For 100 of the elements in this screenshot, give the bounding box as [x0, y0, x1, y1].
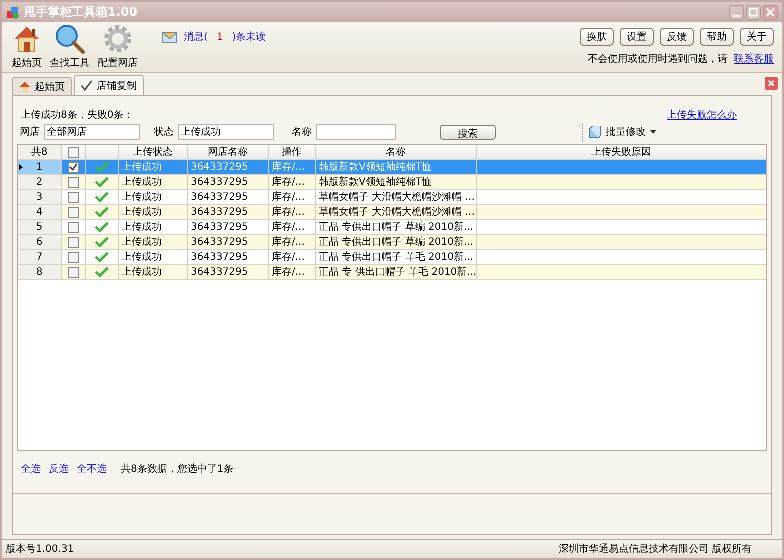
toolbar-button[interactable]: 关于	[740, 28, 774, 46]
table-cell: 草帽女帽子 大沿帽大檐帽沙滩帽 ...	[316, 205, 477, 219]
unread-message-link[interactable]: 消息( 1 )条未读	[184, 30, 266, 44]
checkmark-icon	[95, 252, 109, 262]
table-cell: 正品 专供出口帽子 羊毛 2010新...	[316, 250, 477, 264]
table-cell: 库存/...	[269, 220, 316, 234]
maximize-icon[interactable]	[746, 4, 761, 20]
selection-link[interactable]: 全不选	[77, 462, 107, 476]
row-checkbox[interactable]	[68, 252, 79, 262]
cube-icon	[589, 126, 602, 138]
search-button[interactable]: 搜索	[440, 124, 496, 140]
help-link[interactable]: 上传失败怎么办	[667, 108, 737, 122]
row-checkbox[interactable]	[68, 266, 79, 278]
row-number: 6	[36, 236, 43, 248]
table-cell: 364337295	[188, 175, 269, 189]
table-cell: 上传成功	[119, 235, 188, 249]
caret-icon	[650, 130, 657, 134]
table-cell: 上传成功	[119, 160, 188, 174]
table-cell: 364337295	[188, 190, 269, 204]
toolbar-button[interactable]: 帮助	[700, 28, 734, 46]
column-header: 上传失败原因	[590, 146, 652, 159]
house-icon	[19, 80, 31, 92]
column-header: 操作	[269, 145, 316, 159]
table-cell: 库存/...	[269, 190, 316, 204]
checkmark-icon	[95, 192, 109, 202]
table-cell: 库存/...	[269, 265, 316, 279]
selection-info: 共8条数据，您选中了1条	[121, 462, 234, 476]
toolbar-button[interactable]: 反馈	[660, 28, 694, 46]
filter-label: 网店	[20, 126, 40, 139]
table-cell: 上传成功	[119, 220, 188, 234]
table-cell: 上传成功	[119, 265, 188, 279]
help-text: 不会使用或使用时遇到问题，请	[588, 52, 728, 66]
table-cell: 364337295	[188, 250, 269, 264]
app-icon	[6, 5, 20, 19]
checkmark-icon	[95, 176, 109, 188]
filter-label: 状态	[154, 126, 174, 139]
close-icon[interactable]	[765, 77, 778, 90]
table-row[interactable]: 1 上传成功 364337295 库存/... 韩版新款V领短袖纯棉T恤	[18, 160, 766, 175]
row-checkbox[interactable]	[68, 192, 79, 202]
table-cell: 库存/...	[269, 250, 316, 264]
table-cell: 库存/...	[269, 175, 316, 189]
minimize-icon[interactable]	[729, 4, 744, 20]
toolbar-button[interactable]: 查找工具	[50, 24, 90, 70]
toolbar-button[interactable]: 设置	[620, 28, 654, 46]
table-cell: 上传成功	[119, 205, 188, 219]
close-icon[interactable]	[763, 4, 778, 20]
row-number: 2	[36, 176, 43, 188]
table-cell: 正品 专供出口帽子 草编 2010新...	[316, 220, 477, 234]
batch-edit-button[interactable]: 批量修改	[582, 124, 657, 140]
gear-icon	[103, 24, 133, 54]
checkmark-icon	[95, 162, 109, 172]
toolbar-button[interactable]: 换肤	[580, 28, 614, 46]
table-cell: 上传成功	[119, 175, 188, 189]
table-row[interactable]: 2 上传成功 364337295 库存/... 韩版新款V领短袖纯棉T恤	[18, 175, 766, 190]
filter-label: 名称	[292, 126, 312, 139]
filter-field[interactable]: 全部网店	[44, 124, 140, 140]
filter-field[interactable]	[316, 124, 396, 140]
row-checkbox[interactable]	[68, 162, 79, 172]
filter-field[interactable]: 上传成功	[178, 124, 274, 140]
tab[interactable]: 起始页	[12, 77, 72, 95]
tab[interactable]: 店铺复制	[74, 75, 144, 95]
row-number: 5	[36, 222, 43, 232]
column-header: 名称	[316, 145, 477, 159]
table-cell: 上传成功	[119, 250, 188, 264]
contact-support-link[interactable]: 联系客服	[734, 52, 774, 66]
selection-link[interactable]: 反选	[49, 462, 69, 476]
toolbar-button[interactable]: 配置网店	[98, 24, 138, 70]
row-pointer-icon	[19, 164, 23, 170]
table-row[interactable]: 8 上传成功 364337295 库存/... 正品 专 供出口帽子 羊毛 2010新...	[18, 265, 766, 280]
row-checkbox[interactable]	[68, 176, 79, 188]
row-number: 1	[36, 162, 43, 172]
table-cell: 364337295	[188, 265, 269, 279]
toolbar-button[interactable]: 起始页	[12, 24, 42, 70]
table-cell: 库存/...	[269, 205, 316, 219]
row-checkbox[interactable]	[68, 222, 79, 232]
table-cell: 韩版新款V领短袖纯棉T恤	[316, 175, 477, 189]
checkmark-icon	[95, 236, 109, 248]
select-all-checkbox[interactable]	[68, 146, 79, 158]
row-checkbox[interactable]	[68, 206, 79, 218]
copyright-text: 深圳市华通易点信息技术有限公司 版权所有	[558, 542, 752, 556]
checkmark-icon	[95, 266, 109, 278]
checkmark-icon	[95, 206, 109, 218]
table-row[interactable]: 6 上传成功 364337295 库存/... 正品 专供出口帽子 草编 2010新...	[18, 235, 766, 250]
column-header: 上传状态	[119, 145, 188, 159]
checkmark-icon	[81, 80, 93, 92]
version-text: 版本号1.00.31	[6, 542, 74, 556]
row-number: 4	[36, 206, 43, 218]
table-cell: 364337295	[188, 235, 269, 249]
table-cell: 364337295	[188, 205, 269, 219]
table-cell: 草帽女帽子 大沿帽大檐帽沙滩帽 ...	[316, 190, 477, 204]
table-cell: 上传成功	[119, 190, 188, 204]
column-header: 共8	[18, 145, 62, 159]
selection-link[interactable]: 全选	[21, 462, 41, 476]
envelope-icon	[162, 30, 178, 44]
row-checkbox[interactable]	[68, 236, 79, 248]
checkmark-icon	[95, 222, 109, 232]
table-cell: 364337295	[188, 220, 269, 234]
row-number: 7	[36, 252, 43, 262]
table-row[interactable]: 4 上传成功 364337295 库存/... 草帽女帽子 大沿帽大檐帽沙滩帽 ...	[18, 205, 766, 220]
table-cell: 库存/...	[269, 160, 316, 174]
